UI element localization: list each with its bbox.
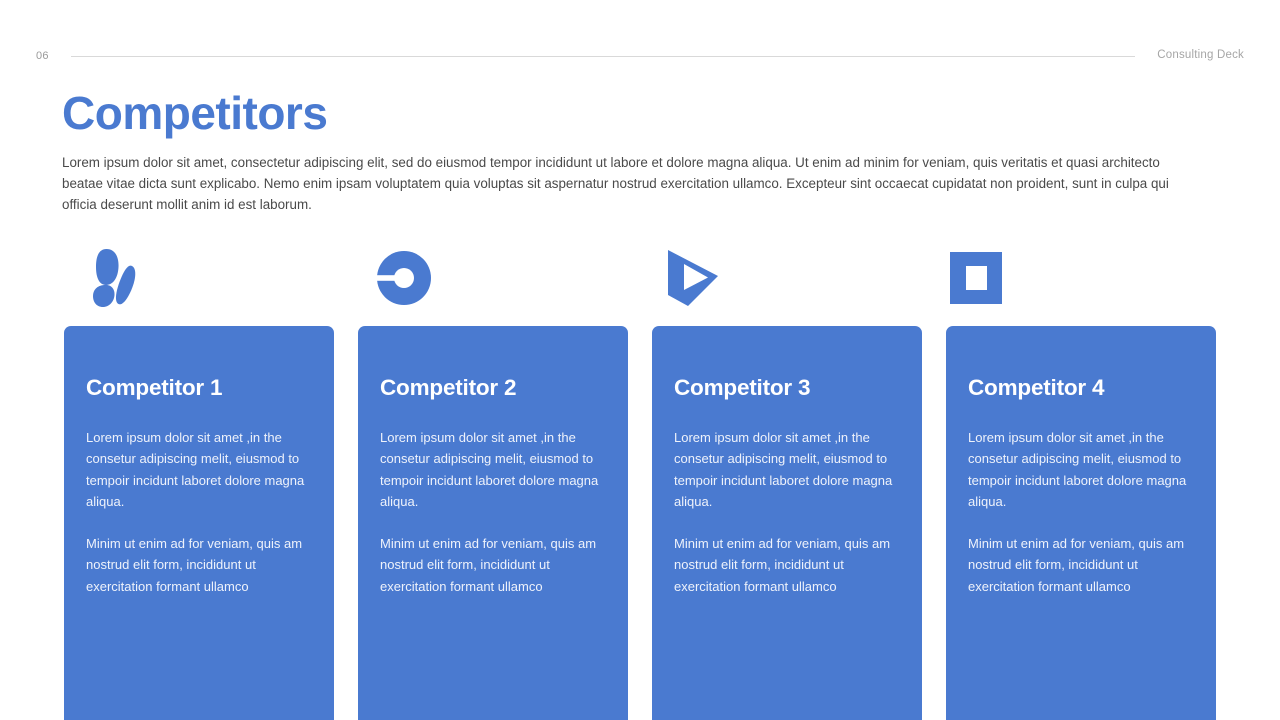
competitor-logo-1 bbox=[64, 238, 352, 318]
competitor-card-paragraph-1: Lorem ipsum dolor sit amet ,in the conse… bbox=[968, 430, 1187, 509]
competitor-card-body: Lorem ipsum dolor sit amet ,in the conse… bbox=[968, 427, 1194, 597]
competitor-card-row: Competitor 1 Lorem ipsum dolor sit amet … bbox=[64, 326, 1216, 720]
competitor-card-title: Competitor 4 bbox=[968, 375, 1105, 400]
competitor-card-body: Lorem ipsum dolor sit amet ,in the conse… bbox=[380, 427, 606, 597]
competitor-card-title: Competitor 2 bbox=[380, 375, 517, 400]
competitor-logo-2 bbox=[352, 238, 640, 318]
competitor-card-paragraph-1: Lorem ipsum dolor sit amet ,in the conse… bbox=[674, 430, 893, 509]
slide-competitors: 06 Consulting Deck Competitors Lorem ips… bbox=[0, 0, 1280, 720]
competitor-card-body: Lorem ipsum dolor sit amet ,in the conse… bbox=[674, 427, 900, 597]
competitor-card-1[interactable]: Competitor 1 Lorem ipsum dolor sit amet … bbox=[64, 326, 334, 720]
competitor-logo-3 bbox=[640, 238, 928, 318]
square-frame-icon bbox=[950, 252, 1002, 304]
page-title: Competitors bbox=[62, 87, 328, 139]
competitor-card-3[interactable]: Competitor 3 Lorem ipsum dolor sit amet … bbox=[652, 326, 922, 720]
butterfly-icon bbox=[86, 247, 142, 309]
page-number: 06 bbox=[36, 49, 49, 62]
slide-header: 06 Consulting Deck bbox=[36, 46, 1244, 66]
header-divider-rule bbox=[70, 55, 1136, 57]
deck-name-label: Consulting Deck bbox=[1157, 49, 1244, 62]
competitor-logo-4 bbox=[928, 238, 1216, 318]
circle-tag-icon bbox=[374, 249, 432, 307]
competitor-card-paragraph-1: Lorem ipsum dolor sit amet ,in the conse… bbox=[380, 430, 599, 509]
competitor-card-paragraph-2: Minim ut enim ad for veniam, quis am nos… bbox=[674, 536, 891, 594]
competitor-card-2[interactable]: Competitor 2 Lorem ipsum dolor sit amet … bbox=[358, 326, 628, 720]
play-arrow-icon bbox=[662, 247, 724, 309]
competitor-card-title: Competitor 1 bbox=[86, 375, 223, 400]
competitor-card-paragraph-2: Minim ut enim ad for veniam, quis am nos… bbox=[968, 536, 1185, 594]
competitor-card-title: Competitor 3 bbox=[674, 375, 811, 400]
intro-paragraph: Lorem ipsum dolor sit amet, consectetur … bbox=[62, 155, 1169, 212]
competitor-logo-row bbox=[64, 238, 1216, 318]
competitor-card-4[interactable]: Competitor 4 Lorem ipsum dolor sit amet … bbox=[946, 326, 1216, 720]
competitor-card-body: Lorem ipsum dolor sit amet ,in the conse… bbox=[86, 427, 312, 597]
competitor-card-paragraph-1: Lorem ipsum dolor sit amet ,in the conse… bbox=[86, 430, 305, 509]
competitor-card-paragraph-2: Minim ut enim ad for veniam, quis am nos… bbox=[86, 536, 303, 594]
competitor-card-paragraph-2: Minim ut enim ad for veniam, quis am nos… bbox=[380, 536, 597, 594]
